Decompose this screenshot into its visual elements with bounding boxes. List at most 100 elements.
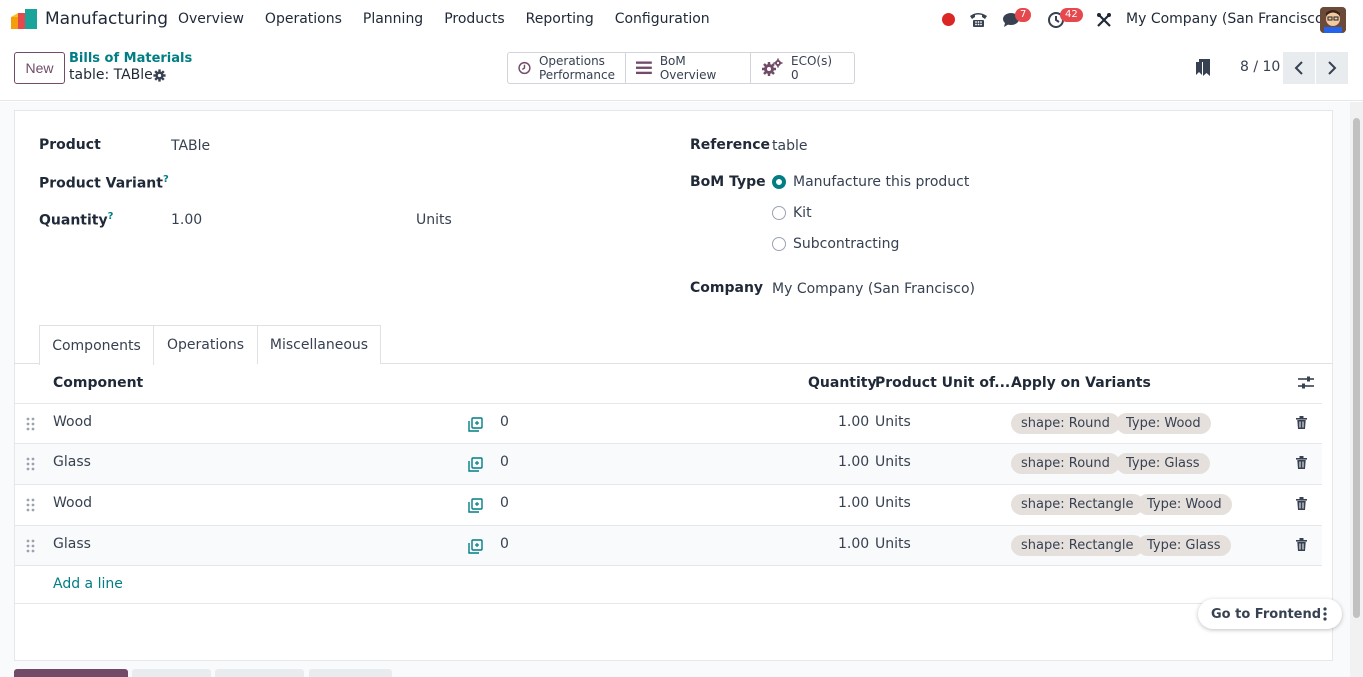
variant-tag[interactable]: Type: Wood bbox=[1137, 494, 1232, 515]
menu-configuration[interactable]: Configuration bbox=[615, 11, 710, 27]
variant-tag[interactable]: Type: Glass bbox=[1116, 453, 1210, 474]
availability-copy-icon[interactable] bbox=[468, 539, 483, 554]
ops-perf-line2: Performance bbox=[538, 68, 615, 82]
availability-copy-icon[interactable] bbox=[468, 417, 483, 432]
chatter-activities-button[interactable] bbox=[215, 669, 304, 677]
menu-reporting[interactable]: Reporting bbox=[526, 11, 594, 27]
bom-type-kit-label[interactable]: Kit bbox=[793, 205, 812, 221]
bom-type-kit-radio[interactable] bbox=[772, 206, 786, 220]
drag-handle-icon[interactable] bbox=[26, 498, 36, 512]
availability-copy-icon[interactable] bbox=[468, 457, 483, 472]
chatter-send-message-button[interactable] bbox=[14, 669, 128, 677]
breadcrumb-current: table: TABle bbox=[69, 67, 153, 83]
quantity-field[interactable]: 1.00 bbox=[171, 212, 202, 228]
table-row[interactable]: Glass 0 1.00 Units shape: Rectangle Type… bbox=[15, 525, 1322, 566]
component-quantity[interactable]: 1.00 bbox=[838, 536, 869, 552]
product-field[interactable]: TABle bbox=[171, 138, 210, 154]
phone-icon[interactable] bbox=[969, 11, 988, 28]
gears-icon bbox=[762, 58, 783, 76]
list-bars-icon bbox=[636, 61, 652, 75]
variant-tag[interactable]: shape: Rectangle bbox=[1011, 535, 1144, 556]
column-uom[interactable]: Product Unit of... bbox=[875, 375, 1010, 391]
optional-columns-icon[interactable] bbox=[1298, 376, 1314, 390]
eco-count: 0 bbox=[791, 68, 799, 82]
column-quantity[interactable]: Quantity bbox=[808, 375, 877, 391]
pager-previous-button[interactable] bbox=[1283, 52, 1315, 84]
component-uom[interactable]: Units bbox=[875, 414, 911, 430]
drag-handle-icon[interactable] bbox=[26, 539, 36, 553]
component-name[interactable]: Wood bbox=[53, 414, 92, 430]
quantity-label: Quantity? bbox=[39, 211, 113, 229]
column-apply-on-variants[interactable]: Apply on Variants bbox=[1011, 375, 1151, 391]
component-name[interactable]: Wood bbox=[53, 495, 92, 511]
component-name[interactable]: Glass bbox=[53, 536, 91, 552]
record-settings-gear-icon[interactable] bbox=[153, 69, 166, 82]
company-label: Company bbox=[690, 280, 764, 296]
menu-overview[interactable]: Overview bbox=[178, 11, 244, 27]
variant-tag[interactable]: Type: Wood bbox=[1116, 413, 1211, 434]
bom-type-manufacture-label[interactable]: Manufacture this product bbox=[793, 174, 969, 190]
bom-type-manufacture-radio[interactable] bbox=[772, 175, 786, 189]
menu-operations[interactable]: Operations bbox=[265, 11, 342, 27]
delete-trash-icon[interactable] bbox=[1296, 497, 1307, 510]
chatter-log-note-button[interactable] bbox=[132, 669, 211, 677]
variant-tag[interactable]: shape: Round bbox=[1011, 413, 1120, 434]
page-scrollbar[interactable] bbox=[1350, 102, 1363, 677]
table-row[interactable]: Glass 0 1.00 Units shape: Round Type: Gl… bbox=[15, 443, 1322, 484]
tab-miscellaneous[interactable]: Miscellaneous bbox=[257, 325, 381, 364]
new-button[interactable]: New bbox=[14, 52, 65, 84]
breadcrumb-bills-of-materials[interactable]: Bills of Materials bbox=[69, 51, 192, 66]
go-to-frontend-button[interactable]: Go to Frontend bbox=[1198, 599, 1342, 629]
pager-value[interactable]: 8 / 10 bbox=[1240, 59, 1280, 75]
user-avatar[interactable] bbox=[1320, 7, 1346, 33]
tools-icon[interactable] bbox=[1096, 12, 1112, 28]
chatter-extra-button[interactable] bbox=[309, 669, 392, 677]
variant-tag[interactable]: Type: Glass bbox=[1137, 535, 1231, 556]
menu-products[interactable]: Products bbox=[444, 11, 504, 27]
product-variant-label-text: Product Variant bbox=[39, 175, 163, 192]
drag-handle-icon[interactable] bbox=[26, 417, 36, 431]
delete-trash-icon[interactable] bbox=[1296, 416, 1307, 429]
eco-button[interactable]: ECO(s) 0 bbox=[751, 53, 854, 83]
control-panel: New Bills of Materials table: TABle Oper… bbox=[0, 40, 1363, 101]
column-component[interactable]: Component bbox=[53, 375, 143, 391]
component-quantity[interactable]: 1.00 bbox=[838, 414, 869, 430]
availability-copy-icon[interactable] bbox=[468, 498, 483, 513]
app-name[interactable]: Manufacturing bbox=[45, 9, 168, 29]
chevron-left-icon bbox=[1294, 61, 1303, 75]
component-quantity[interactable]: 1.00 bbox=[838, 495, 869, 511]
variant-tag[interactable]: shape: Rectangle bbox=[1011, 494, 1144, 515]
delete-trash-icon[interactable] bbox=[1296, 538, 1307, 551]
company-switcher[interactable]: My Company (San Francisco) bbox=[1126, 11, 1329, 27]
component-uom[interactable]: Units bbox=[875, 454, 911, 470]
table-row[interactable]: Wood 0 1.00 Units shape: Rectangle Type:… bbox=[15, 484, 1322, 525]
kebab-menu-icon[interactable] bbox=[1322, 607, 1328, 621]
reference-field[interactable]: table bbox=[772, 138, 807, 154]
variant-tag[interactable]: shape: Round bbox=[1011, 453, 1120, 474]
product-variant-help-icon[interactable]: ? bbox=[163, 174, 169, 185]
bom-type-subcontracting-radio[interactable] bbox=[772, 237, 786, 251]
availability-value: 0 bbox=[500, 536, 509, 552]
menu-planning[interactable]: Planning bbox=[363, 11, 423, 27]
quantity-uom-field[interactable]: Units bbox=[416, 212, 452, 228]
component-uom[interactable]: Units bbox=[875, 495, 911, 511]
tab-components[interactable]: Components bbox=[39, 325, 154, 365]
company-field[interactable]: My Company (San Francisco) bbox=[772, 281, 975, 297]
recording-indicator-icon[interactable] bbox=[942, 13, 955, 26]
add-line-link[interactable]: Add a line bbox=[53, 576, 123, 592]
tab-operations[interactable]: Operations bbox=[153, 325, 258, 364]
quantity-help-icon[interactable]: ? bbox=[108, 211, 114, 222]
scrollbar-thumb[interactable] bbox=[1353, 118, 1360, 618]
pager-next-button[interactable] bbox=[1316, 52, 1348, 84]
bom-overview-button[interactable]: BoM Overview bbox=[626, 53, 751, 83]
manufacturing-app-icon[interactable] bbox=[11, 9, 37, 29]
bom-type-subcontracting-label[interactable]: Subcontracting bbox=[793, 236, 899, 252]
drag-handle-icon[interactable] bbox=[26, 457, 36, 471]
delete-trash-icon[interactable] bbox=[1296, 456, 1307, 469]
bookmark-icon[interactable] bbox=[1195, 59, 1211, 76]
operations-performance-button[interactable]: Operations Performance bbox=[508, 53, 626, 83]
component-quantity[interactable]: 1.00 bbox=[838, 454, 869, 470]
table-row[interactable]: Wood 0 1.00 Units shape: Round Type: Woo… bbox=[15, 403, 1322, 444]
component-uom[interactable]: Units bbox=[875, 536, 911, 552]
component-name[interactable]: Glass bbox=[53, 454, 91, 470]
